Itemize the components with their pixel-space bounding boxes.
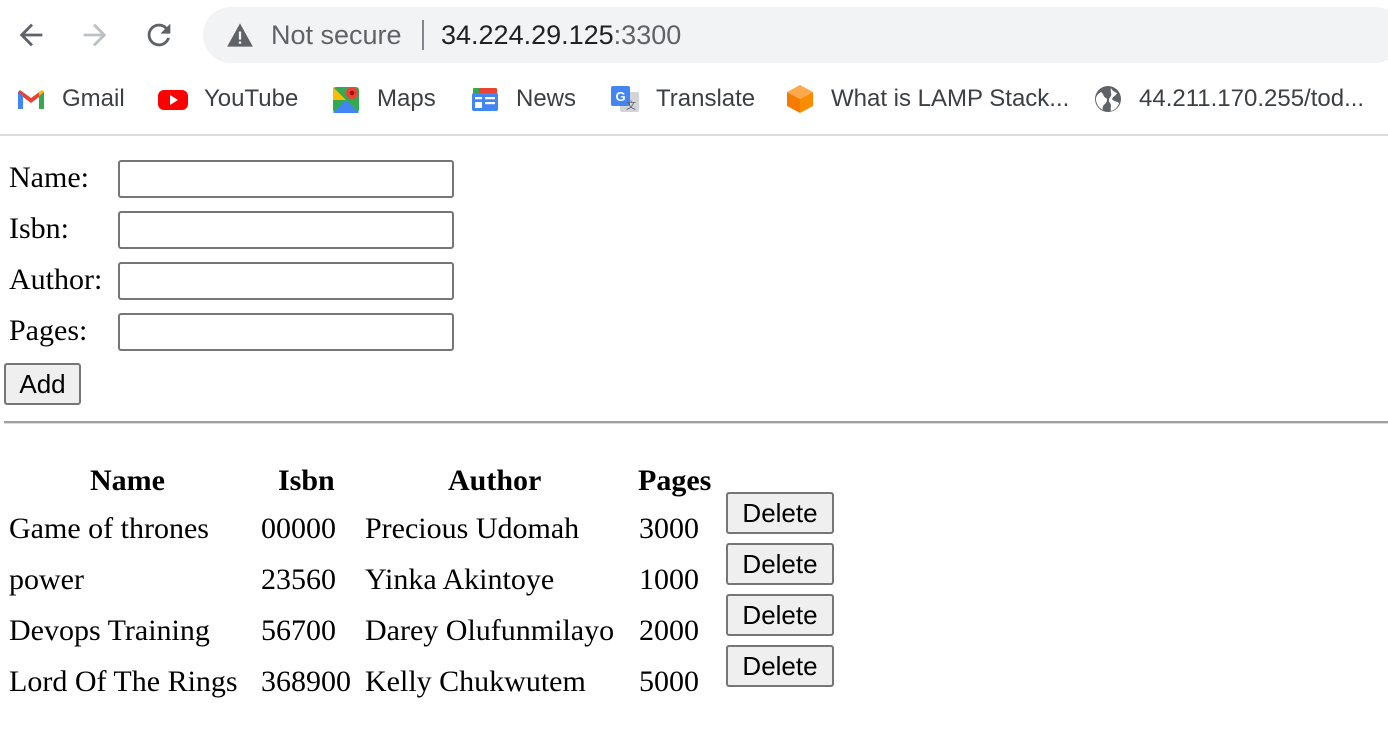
name-label: Name: xyxy=(9,161,89,194)
globe-icon xyxy=(1091,82,1125,116)
maps-icon xyxy=(329,82,363,116)
toolbar-divider xyxy=(0,134,1388,136)
youtube-icon xyxy=(156,82,190,116)
name-input[interactable] xyxy=(118,160,454,198)
reload-icon xyxy=(147,23,171,47)
bookmark-todo[interactable]: 44.211.170.255/tod... xyxy=(1091,76,1364,122)
isbn-label: Isbn: xyxy=(9,212,69,245)
bookmark-youtube[interactable]: YouTube xyxy=(156,76,298,122)
forward-button[interactable] xyxy=(75,15,115,55)
cell-pages: 5000 xyxy=(639,665,699,698)
delete-button[interactable]: Delete xyxy=(726,543,834,585)
warning-icon xyxy=(227,23,253,47)
pages-label: Pages: xyxy=(9,314,88,347)
svg-text:文: 文 xyxy=(626,99,636,112)
cell-author: Precious Udomah xyxy=(365,512,580,545)
bookmark-label: Translate xyxy=(656,85,756,112)
svg-text:G: G xyxy=(615,89,625,104)
author-input[interactable] xyxy=(118,262,454,300)
bookmark-label: Maps xyxy=(377,85,436,112)
browser-toolbar: Not secure 34.224.29.125:3300 xyxy=(0,0,1388,70)
cell-author: Kelly Chukwutem xyxy=(365,665,586,698)
bookmark-gmail[interactable]: Gmail xyxy=(14,76,125,122)
pages-input[interactable] xyxy=(118,313,454,351)
address-bar[interactable]: Not secure 34.224.29.125:3300 xyxy=(203,7,1388,63)
cube-icon xyxy=(783,82,817,116)
add-button[interactable]: Add xyxy=(4,363,81,405)
gmail-icon xyxy=(14,82,48,116)
cell-name: Game of thrones xyxy=(9,512,209,545)
arrow-right-icon xyxy=(83,23,107,47)
cell-pages: 3000 xyxy=(639,512,699,545)
header-name: Name xyxy=(90,464,165,497)
bookmark-label: YouTube xyxy=(204,85,299,112)
url-host: 34.224.29.125 xyxy=(441,20,614,50)
bookmark-maps[interactable]: Maps xyxy=(329,76,436,122)
header-pages: Pages xyxy=(638,464,712,497)
cell-author: Yinka Akintoye xyxy=(365,563,555,596)
delete-button[interactable]: Delete xyxy=(726,594,834,636)
page-content: Name: Isbn: Author: Pages: Add Name Isbn… xyxy=(0,137,1388,732)
bookmark-label: News xyxy=(516,85,577,112)
cell-name: Devops Training xyxy=(9,614,210,647)
bookmarks-bar: Gmail YouTube Maps News G 文 Translate Wh… xyxy=(0,76,1388,124)
url-port: :3300 xyxy=(613,20,682,50)
cell-isbn: 368900 xyxy=(261,665,351,698)
delete-button[interactable]: Delete xyxy=(726,492,834,534)
author-label: Author: xyxy=(9,263,103,296)
news-icon xyxy=(468,82,502,116)
cell-isbn: 00000 xyxy=(261,512,336,545)
cell-isbn: 23560 xyxy=(261,563,336,596)
translate-icon: G 文 xyxy=(608,82,642,116)
cell-pages: 1000 xyxy=(639,563,699,596)
isbn-input[interactable] xyxy=(118,211,454,249)
not-secure-label: Not secure xyxy=(271,20,402,50)
bookmark-translate[interactable]: G 文 Translate xyxy=(608,76,755,122)
bookmark-label: 44.211.170.255/tod... xyxy=(1139,85,1365,112)
horizontal-rule xyxy=(4,421,1388,424)
bookmark-lamp[interactable]: What is LAMP Stack... xyxy=(783,76,1069,122)
cell-pages: 2000 xyxy=(639,614,699,647)
cell-author: Darey Olufunmilayo xyxy=(365,614,615,647)
header-isbn: Isbn xyxy=(278,464,335,497)
delete-button[interactable]: Delete xyxy=(726,645,834,687)
cell-name: Lord Of The Rings xyxy=(9,665,238,698)
cell-isbn: 56700 xyxy=(261,614,336,647)
reload-button[interactable] xyxy=(139,15,179,55)
bookmark-label: Gmail xyxy=(62,85,125,112)
bookmark-news[interactable]: News xyxy=(468,76,576,122)
header-author: Author xyxy=(448,464,542,497)
url-text[interactable]: 34.224.29.125:3300 xyxy=(441,20,681,51)
back-button[interactable] xyxy=(11,15,51,55)
bookmark-label: What is LAMP Stack... xyxy=(831,85,1070,112)
cell-name: power xyxy=(9,563,84,596)
arrow-left-icon xyxy=(19,23,43,47)
address-separator xyxy=(422,20,424,50)
